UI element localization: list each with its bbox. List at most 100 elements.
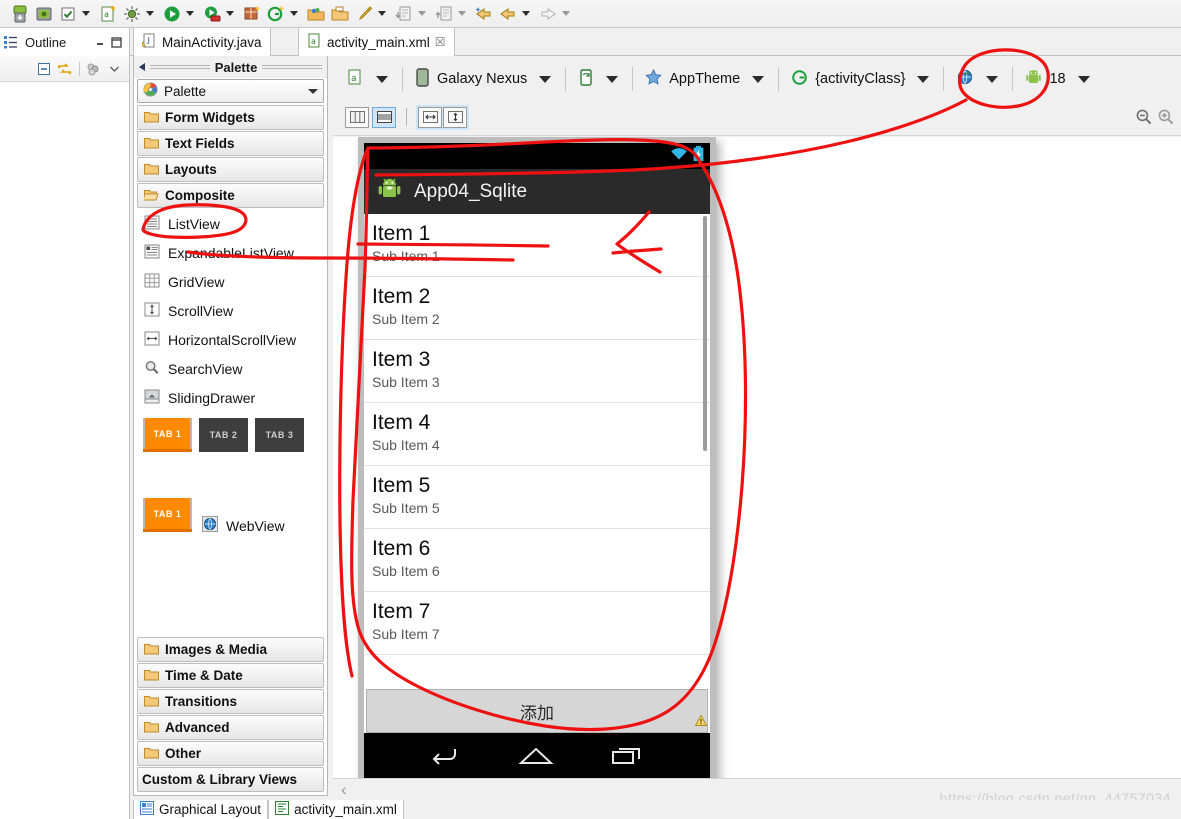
fit-width-button[interactable] — [418, 106, 442, 128]
edit-dropdown-arrow[interactable] — [376, 4, 388, 24]
palette-mode-combo[interactable]: Palette — [137, 79, 324, 103]
editor-tab-mainactivity[interactable]: J MainActivity.java — [133, 28, 271, 56]
device-chooser[interactable]: Galaxy Nexus — [411, 67, 531, 91]
lint-dropdown-arrow[interactable] — [80, 4, 92, 24]
run-icon[interactable] — [162, 4, 182, 24]
tab-preview-2[interactable]: TAB 2 — [199, 418, 248, 452]
export-icon[interactable] — [434, 4, 454, 24]
listview-scrollbar-thumb[interactable] — [703, 216, 707, 451]
forward-icon[interactable] — [538, 4, 558, 24]
link-with-editor-icon[interactable] — [56, 62, 73, 75]
open-resource-icon[interactable] — [330, 4, 350, 24]
recents-nav-icon[interactable] — [611, 745, 647, 772]
warning-triangle-icon[interactable] — [694, 713, 708, 731]
config-chooser[interactable]: a — [343, 69, 368, 90]
back-history-icon[interactable] — [474, 4, 494, 24]
lint-check-icon[interactable] — [58, 4, 78, 24]
listview-widget[interactable]: Item 1 Sub Item 1 Item 2 Sub Item 2 Item… — [364, 214, 710, 688]
palette-group-other[interactable]: Other — [137, 741, 324, 766]
list-item[interactable]: Item 6 Sub Item 6 — [364, 529, 710, 592]
new-wizard-icon[interactable] — [242, 4, 262, 24]
palette-group-form-widgets[interactable]: Form Widgets — [137, 105, 324, 130]
debug-dropdown-arrow[interactable] — [144, 4, 156, 24]
tab-graphical-layout[interactable]: Graphical Layout — [133, 800, 269, 819]
collapse-all-icon[interactable] — [37, 62, 50, 75]
back-icon[interactable] — [498, 4, 518, 24]
editor-tab-activity-main-xml[interactable]: a activity_main.xml ☒ — [298, 28, 455, 56]
palette-group-composite[interactable]: Composite — [137, 183, 324, 208]
list-item[interactable]: Item 5 Sub Item 5 — [364, 466, 710, 529]
palette-item-searchview[interactable]: SearchView — [137, 354, 324, 383]
palette-group-images-media[interactable]: Images & Media — [137, 637, 324, 662]
android-avd-manager-icon[interactable] — [34, 4, 54, 24]
list-item[interactable]: Item 4 Sub Item 4 — [364, 403, 710, 466]
zoom-out-icon[interactable] — [1135, 108, 1153, 131]
run-external-icon[interactable] — [202, 4, 222, 24]
zoom-in-icon[interactable] — [1157, 108, 1175, 131]
run-dropdown-arrow[interactable] — [184, 4, 196, 24]
show-included-in-toggle[interactable] — [345, 106, 369, 128]
fit-height-button[interactable] — [443, 106, 467, 128]
palette-item-horizontalscrollview[interactable]: HorizontalScrollView — [137, 325, 324, 354]
back-nav-icon[interactable] — [427, 745, 461, 772]
outline-view-tab[interactable]: Outline — [0, 28, 130, 56]
orientation-chooser-caret[interactable] — [606, 75, 619, 83]
list-item[interactable]: Item 2 Sub Item 2 — [364, 277, 710, 340]
palette-item-listview[interactable]: ListView — [137, 209, 324, 238]
run-external-dropdown-arrow[interactable] — [224, 4, 236, 24]
chevron-down-icon[interactable] — [308, 88, 318, 94]
tab-xml-source[interactable]: activity_main.xml — [268, 800, 404, 819]
api-level-chooser-caret[interactable] — [1077, 75, 1090, 83]
config-chooser-caret[interactable] — [376, 75, 388, 83]
import-dropdown-arrow[interactable] — [416, 4, 428, 24]
palette-tabhost-preview[interactable]: TAB 1 TAB 2 TAB 3 — [137, 412, 324, 452]
back-dropdown-arrow[interactable] — [520, 4, 532, 24]
list-item[interactable]: Item 3 Sub Item 3 — [364, 340, 710, 403]
import-icon[interactable] — [394, 4, 414, 24]
new-project-dropdown-arrow[interactable] — [288, 4, 300, 24]
collapse-left-arrow-icon[interactable] — [139, 63, 145, 71]
palette-item-expandablelistview[interactable]: ExpandableListView — [137, 238, 324, 267]
palette-group-advanced[interactable]: Advanced — [137, 715, 324, 740]
render-mode-toggle[interactable] — [372, 106, 396, 128]
close-icon[interactable]: ☒ — [435, 35, 446, 49]
forward-dropdown-arrow[interactable] — [560, 4, 572, 24]
palette-group-time-date[interactable]: Time & Date — [137, 663, 324, 688]
list-item[interactable]: Item 1 Sub Item 1 — [364, 214, 710, 277]
locale-chooser-caret[interactable] — [986, 75, 999, 83]
open-type-icon[interactable] — [306, 4, 326, 24]
export-dropdown-arrow[interactable] — [456, 4, 468, 24]
device-chooser-caret[interactable] — [539, 75, 552, 83]
api-level-chooser[interactable]: 18 — [1021, 69, 1069, 90]
theme-chooser-caret[interactable] — [752, 75, 765, 83]
view-menu-icon[interactable] — [108, 62, 121, 75]
palette-item-webview[interactable]: WebView — [202, 516, 285, 535]
palette-item-gridview[interactable]: GridView — [137, 267, 324, 296]
palette-group-text-fields[interactable]: Text Fields — [137, 131, 324, 156]
filters-icon[interactable] — [86, 62, 102, 76]
add-button[interactable]: 添加 — [366, 689, 708, 733]
tabhost-preview[interactable]: TAB 1 — [143, 498, 192, 532]
maximize-icon[interactable] — [110, 36, 123, 49]
list-item[interactable]: Item 7 Sub Item 7 — [364, 592, 710, 655]
edit-icon[interactable] — [354, 4, 374, 24]
layout-canvas[interactable]: App04_Sqlite Item 1 Sub Item 1 Item 2 Su… — [333, 137, 1181, 778]
new-android-xml-icon[interactable]: a — [98, 4, 118, 24]
activity-chooser-caret[interactable] — [917, 75, 930, 83]
scroll-left-arrow-icon[interactable]: ‹ — [341, 780, 347, 800]
palette-item-slidingdrawer[interactable]: SlidingDrawer — [137, 383, 324, 412]
tab-preview-3[interactable]: TAB 3 — [255, 418, 304, 452]
new-project-icon[interactable] — [266, 4, 286, 24]
tab-preview-1[interactable]: TAB 1 — [143, 418, 192, 452]
debug-icon[interactable] — [122, 4, 142, 24]
home-nav-icon[interactable] — [516, 745, 556, 772]
activity-chooser[interactable]: {activityClass} — [787, 69, 909, 90]
theme-chooser[interactable]: AppTheme — [641, 68, 744, 90]
locale-chooser[interactable] — [952, 68, 978, 90]
palette-item-scrollview[interactable]: ScrollView — [137, 296, 324, 325]
palette-group-layouts[interactable]: Layouts — [137, 157, 324, 182]
minimize-icon[interactable] — [94, 36, 107, 49]
palette-group-transitions[interactable]: Transitions — [137, 689, 324, 714]
palette-group-custom-library-views[interactable]: Custom & Library Views — [137, 767, 324, 792]
android-sdk-manager-icon[interactable] — [10, 4, 30, 24]
